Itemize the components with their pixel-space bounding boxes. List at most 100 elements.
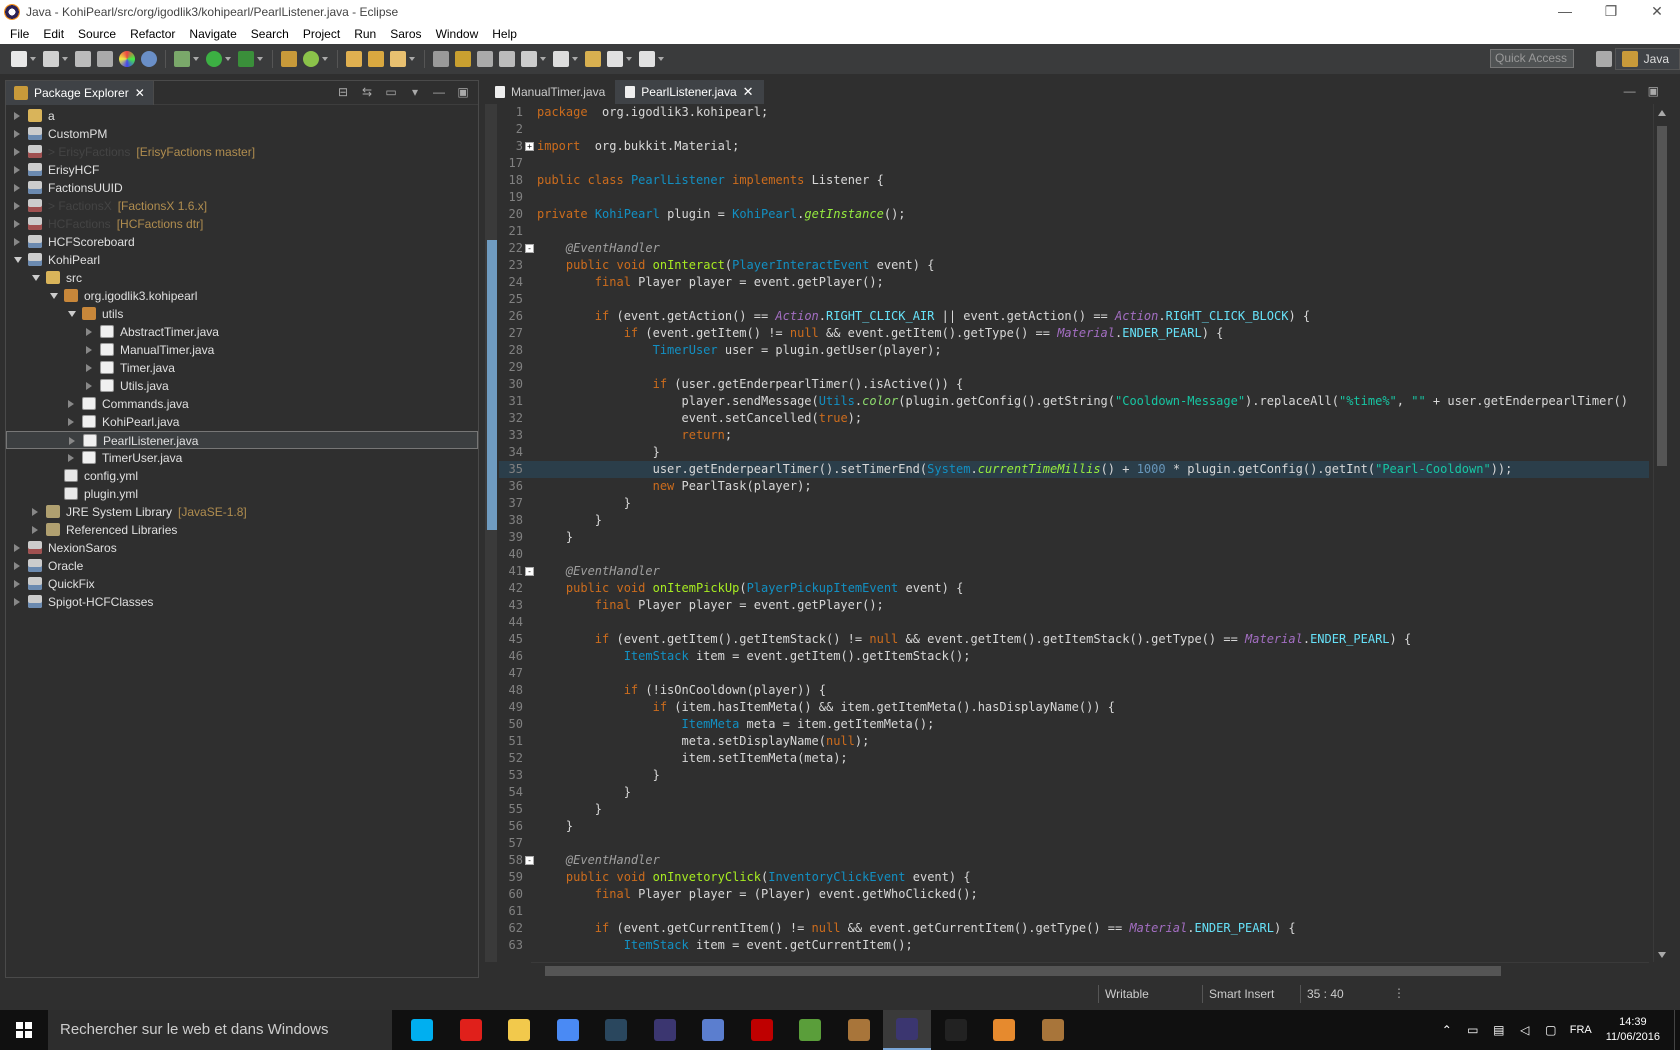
collapsed-arrow-icon[interactable]	[86, 328, 92, 336]
menu-navigate[interactable]: Navigate	[182, 27, 243, 41]
code-line[interactable]: 38 }	[499, 512, 1649, 529]
external-tools-icon[interactable]	[238, 51, 254, 67]
tree-item[interactable]: KohiPearl	[6, 251, 478, 269]
code-line[interactable]: 47	[499, 665, 1649, 682]
taskbar-app-steam[interactable]	[592, 1010, 640, 1050]
expanded-arrow-icon[interactable]	[14, 257, 22, 263]
tree-item[interactable]: ManualTimer.java	[6, 341, 478, 359]
tree-item[interactable]: utils	[6, 305, 478, 323]
save-all-icon[interactable]	[97, 51, 113, 67]
code-line[interactable]: 54 }	[499, 784, 1649, 801]
new-icon[interactable]	[11, 51, 27, 67]
close-icon[interactable]: ✕	[743, 84, 754, 100]
collapsed-arrow-icon[interactable]	[86, 382, 92, 390]
code-editor[interactable]: 1 package org.igodlik3.kohipearl; 2 3 + impor…	[485, 104, 1669, 962]
network-icon[interactable]: ▤	[1492, 1023, 1506, 1037]
collapsed-arrow-icon[interactable]	[68, 400, 74, 408]
code-line[interactable]: 46 ItemStack item = event.getItem().getI…	[499, 648, 1649, 665]
menu-file[interactable]: File	[3, 27, 36, 41]
save-icon[interactable]	[75, 51, 91, 67]
skip-breakpoints-icon[interactable]	[141, 51, 157, 67]
collapse-fold-icon[interactable]: -	[525, 567, 534, 576]
code-line[interactable]: 41- @EventHandler	[499, 563, 1649, 580]
collapsed-arrow-icon[interactable]	[14, 130, 20, 138]
collapsed-arrow-icon[interactable]	[14, 544, 20, 552]
open-type-icon[interactable]	[346, 51, 362, 67]
expand-fold-icon[interactable]: +	[525, 142, 534, 151]
tree-item[interactable]: > ErisyFactions [ErisyFactions master]	[6, 143, 478, 161]
code-line[interactable]: 30 if (user.getEnderpearlTimer().isActiv…	[499, 376, 1649, 393]
search-dropdown-icon[interactable]	[409, 57, 415, 61]
tree-item[interactable]: Commands.java	[6, 395, 478, 413]
message-icon[interactable]: ▢	[1544, 1023, 1558, 1037]
code-line[interactable]: 59 public void onInvetoryClick(Inventory…	[499, 869, 1649, 886]
code-line[interactable]: 35 user.getEnderpearlTimer().setTimerEnd…	[499, 461, 1649, 478]
quick-access-input[interactable]: Quick Access	[1490, 49, 1574, 68]
menu-search[interactable]: Search	[244, 27, 296, 41]
toggle-highlight-icon[interactable]	[455, 51, 471, 67]
tree-item[interactable]: ErisyHCF	[6, 161, 478, 179]
code-line[interactable]: 58- @EventHandler	[499, 852, 1649, 869]
code-line[interactable]: 22- @EventHandler	[499, 240, 1649, 257]
code-line[interactable]: 19	[499, 189, 1649, 206]
minimize-editor-icon[interactable]: —	[1624, 84, 1636, 98]
power-icon[interactable]: ▭	[1466, 1023, 1480, 1037]
tree-item[interactable]: Timer.java	[6, 359, 478, 377]
taskbar-app-eclipse[interactable]	[641, 1010, 689, 1050]
taskbar-app-package2[interactable]	[1029, 1010, 1077, 1050]
taskbar-app-terminal[interactable]	[932, 1010, 980, 1050]
code-line[interactable]: 21	[499, 223, 1649, 240]
tree-item[interactable]: a	[6, 107, 478, 125]
horizontal-scroll-thumb[interactable]	[545, 966, 1501, 976]
code-line[interactable]: 63 ItemStack item = event.getCurrentItem…	[499, 937, 1649, 954]
tree-item[interactable]: Oracle	[6, 557, 478, 575]
last-edit-location-icon[interactable]	[585, 51, 601, 67]
collapsed-arrow-icon[interactable]	[14, 166, 20, 174]
tree-item[interactable]: NexionSaros	[6, 539, 478, 557]
new-java-project-icon[interactable]	[281, 51, 297, 67]
maximize-view-icon[interactable]: ▣	[456, 85, 470, 99]
close-window-button[interactable]: ✕	[1634, 0, 1680, 24]
collapsed-arrow-icon[interactable]	[14, 598, 20, 606]
code-line[interactable]: 23 public void onInteract(PlayerInteract…	[499, 257, 1649, 274]
debug-icon[interactable]	[174, 51, 190, 67]
menu-window[interactable]: Window	[429, 27, 486, 41]
code-line[interactable]: 42 public void onItemPickUp(PlayerPickup…	[499, 580, 1649, 597]
expanded-arrow-icon[interactable]	[50, 293, 58, 299]
show-desktop-button[interactable]	[1674, 1010, 1680, 1050]
toggle-mark-occurrences-icon[interactable]	[433, 51, 449, 67]
collapse-fold-icon[interactable]: -	[525, 856, 534, 865]
code-line[interactable]: 26 if (event.getAction() == Action.RIGHT…	[499, 308, 1649, 325]
color-wheel-icon[interactable]	[119, 51, 135, 67]
collapsed-arrow-icon[interactable]	[32, 508, 38, 516]
editor-tab-pearllistener[interactable]: PearlListener.java ✕	[615, 80, 764, 104]
code-line[interactable]: 40	[499, 546, 1649, 563]
menu-edit[interactable]: Edit	[36, 27, 71, 41]
view-menu-icon[interactable]: ▾	[408, 85, 422, 99]
new-folder-icon[interactable]	[43, 51, 59, 67]
code-line[interactable]: 55 }	[499, 801, 1649, 818]
code-line[interactable]: 34 }	[499, 444, 1649, 461]
tree-item[interactable]: Utils.java	[6, 377, 478, 395]
taskbar-app-chrome[interactable]	[544, 1010, 592, 1050]
collapsed-arrow-icon[interactable]	[69, 437, 75, 445]
code-line[interactable]: 56 }	[499, 818, 1649, 835]
tree-item[interactable]: PearlListener.java	[6, 431, 478, 449]
code-line[interactable]: 53 }	[499, 767, 1649, 784]
status-menu-icon[interactable]: ⋮	[1393, 986, 1405, 1000]
tree-item[interactable]: AbstractTimer.java	[6, 323, 478, 341]
show-hidden-icons-icon[interactable]: ⌃	[1440, 1023, 1454, 1037]
code-line[interactable]: 61	[499, 903, 1649, 920]
tree-item[interactable]: CustomPM	[6, 125, 478, 143]
tree-item[interactable]: HCFactions [HCFactions dtr]	[6, 215, 478, 233]
tree-item[interactable]: plugin.yml	[6, 485, 478, 503]
maximize-editor-icon[interactable]: ▣	[1648, 84, 1659, 98]
tree-item[interactable]: Referenced Libraries	[6, 521, 478, 539]
minimize-view-icon[interactable]: —	[432, 85, 446, 99]
forward-icon[interactable]	[639, 51, 655, 67]
collapsed-arrow-icon[interactable]	[14, 562, 20, 570]
code-line[interactable]: 24 final Player player = event.getPlayer…	[499, 274, 1649, 291]
taskbar-search-input[interactable]: Rechercher sur le web et dans Windows	[48, 1010, 392, 1050]
taskbar-app-explorer[interactable]	[495, 1010, 543, 1050]
code-line[interactable]: 49 if (item.hasItemMeta() && item.getIte…	[499, 699, 1649, 716]
